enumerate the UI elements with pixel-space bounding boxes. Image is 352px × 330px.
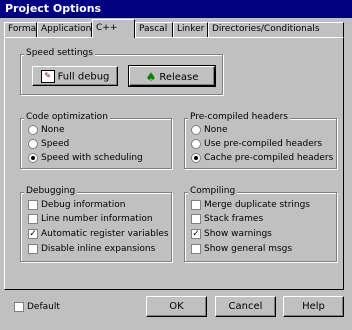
radio-button-icon — [28, 124, 38, 135]
checkbox-default[interactable]: Default — [14, 301, 60, 313]
checkbox-icon — [191, 199, 201, 210]
window-title: Project Options — [5, 2, 102, 15]
debugging-title: Debugging — [24, 186, 78, 196]
cancel-button[interactable]: Cancel — [215, 296, 276, 317]
radio-button-icon — [191, 124, 201, 135]
speed-settings-title: Speed settings — [24, 48, 95, 58]
tab-pascal[interactable]: Pascal — [135, 22, 173, 37]
full-debug-button[interactable]: ✎ Full debug — [32, 66, 118, 86]
checkbox-disable-inline-label: Disable inline expansions — [41, 244, 156, 254]
checkbox-icon — [28, 213, 38, 224]
checkbox-show-general-msgs[interactable]: Show general msgs — [191, 243, 292, 255]
checkbox-debug-information-label: Debug information — [41, 200, 126, 210]
checkbox-stack-frames-label: Stack frames — [204, 214, 264, 224]
tab-application[interactable]: Application — [37, 22, 92, 37]
tab-format[interactable]: Format — [4, 22, 37, 37]
checkbox-register-variables[interactable]: ✓ Automatic register variables — [28, 228, 169, 240]
radio-optimization-none-label: None — [41, 125, 65, 135]
full-debug-label: Full debug — [57, 71, 110, 83]
ok-button[interactable]: OK — [146, 296, 207, 317]
help-button[interactable]: Help — [283, 296, 344, 317]
checkbox-line-number[interactable]: Line number information — [28, 213, 153, 225]
tab-cpp[interactable]: C++ — [92, 19, 135, 38]
checkbox-show-warnings[interactable]: ✓ Show warnings — [191, 228, 272, 240]
checkbox-stack-frames[interactable]: Stack frames — [191, 213, 263, 225]
checkbox-icon — [28, 243, 38, 254]
checkbox-disable-inline[interactable]: Disable inline expansions — [28, 243, 155, 255]
radio-button-icon — [28, 138, 38, 149]
checkbox-icon — [14, 301, 24, 312]
checkbox-checked-icon: ✓ — [28, 228, 38, 239]
code-optimization-title: Code optimization — [24, 112, 110, 122]
radio-optimization-scheduling[interactable]: Speed with scheduling — [28, 152, 143, 164]
precompiled-headers-title: Pre-compiled headers — [188, 112, 290, 122]
radio-cache-precompiled[interactable]: Cache pre-compiled headers — [191, 152, 333, 164]
radio-optimization-speed-label: Speed — [41, 139, 70, 149]
release-label: Release — [159, 72, 199, 83]
radio-optimization-none[interactable]: None — [28, 124, 64, 136]
compiling-title: Compiling — [188, 186, 238, 196]
checkbox-checked-icon: ✓ — [191, 228, 201, 239]
radio-optimization-scheduling-label: Speed with scheduling — [41, 153, 143, 163]
checkbox-register-variables-label: Automatic register variables — [41, 229, 169, 239]
release-button[interactable]: ♠ Release — [128, 65, 216, 87]
radio-cache-precompiled-label: Cache pre-compiled headers — [204, 153, 334, 163]
radio-button-selected-icon — [191, 152, 201, 163]
checkbox-line-number-label: Line number information — [41, 214, 153, 224]
checkbox-icon — [191, 213, 201, 224]
tab-directories[interactable]: Directories/Conditionals — [208, 22, 344, 37]
title-bar: Project Options — [0, 0, 352, 18]
checkbox-show-general-msgs-label: Show general msgs — [204, 244, 293, 254]
radio-button-selected-icon — [28, 152, 38, 163]
radio-button-icon — [191, 138, 201, 149]
checkbox-icon — [191, 243, 201, 254]
checkbox-merge-strings[interactable]: Merge duplicate strings — [191, 199, 310, 211]
radio-precompiled-none[interactable]: None — [191, 124, 227, 136]
radio-use-precompiled-label: Use pre-compiled headers — [204, 139, 323, 149]
checkbox-icon — [28, 199, 38, 210]
release-icon: ♠ — [145, 70, 157, 84]
checkbox-merge-strings-label: Merge duplicate strings — [204, 200, 311, 210]
full-debug-icon: ✎ — [40, 70, 55, 83]
radio-optimization-speed[interactable]: Speed — [28, 138, 69, 150]
radio-precompiled-none-label: None — [204, 125, 228, 135]
checkbox-show-warnings-label: Show warnings — [204, 229, 272, 239]
radio-use-precompiled[interactable]: Use pre-compiled headers — [191, 138, 322, 150]
checkbox-debug-information[interactable]: Debug information — [28, 199, 125, 211]
tab-linker[interactable]: Linker — [173, 22, 208, 37]
checkbox-default-label: Default — [27, 302, 60, 312]
